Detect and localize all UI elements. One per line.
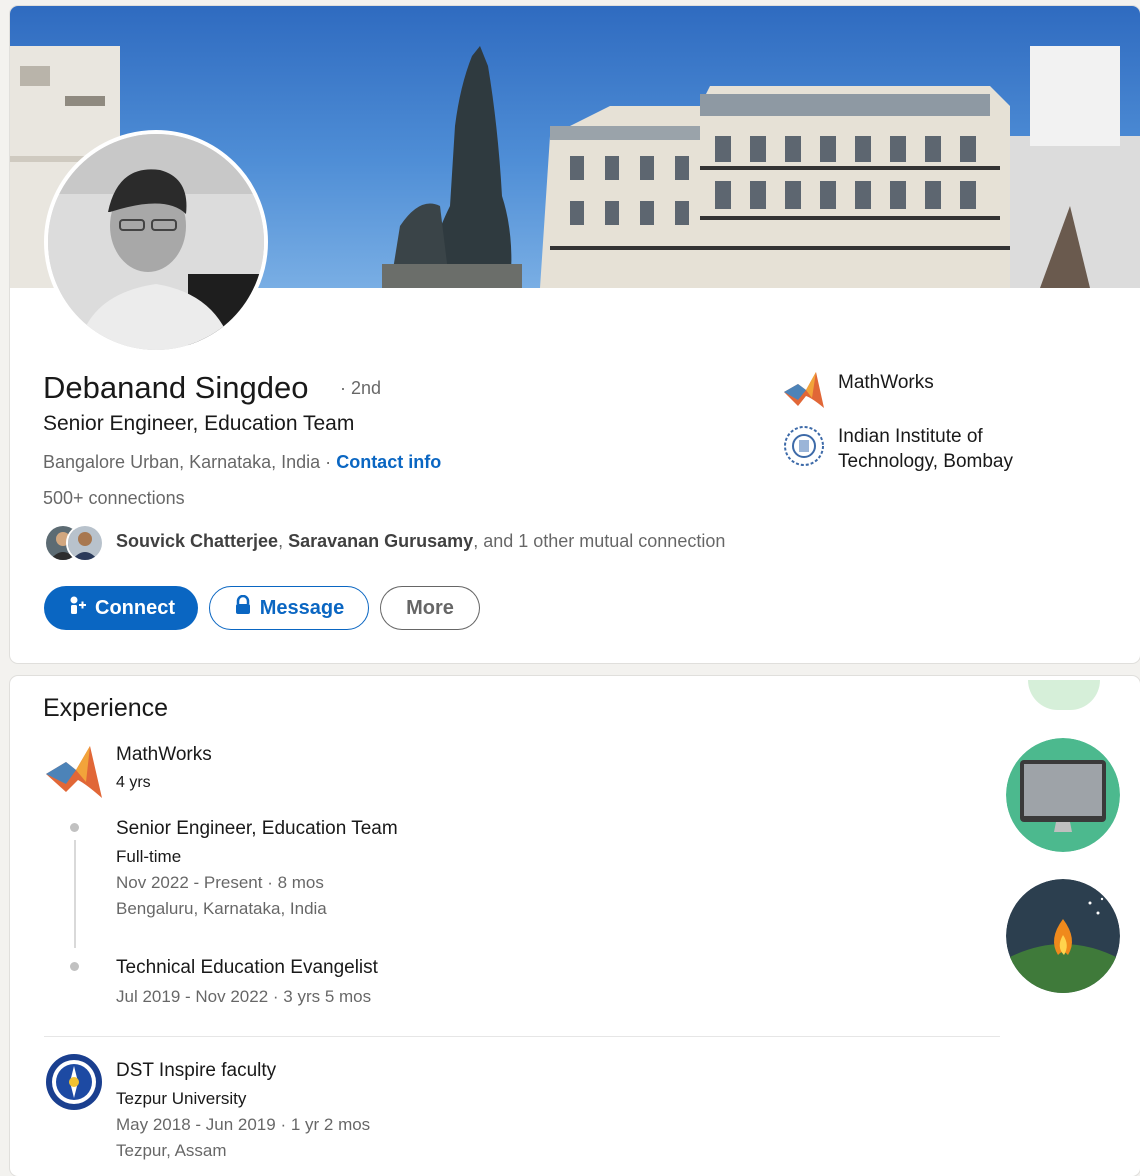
mutual-connection-avatars[interactable] (44, 522, 104, 562)
experience-company-duration: 4 yrs (116, 774, 151, 791)
current-company-link[interactable]: MathWorks (782, 370, 1038, 416)
mutual-connections-text[interactable]: Souvick Chatterjee, Saravanan Gurusamy, … (116, 531, 725, 552)
role-employment-type: Full-time (116, 847, 182, 866)
mutual-name-2: Saravanan Gurusamy (288, 531, 474, 551)
connections-count[interactable]: 500+ connections (43, 488, 185, 509)
connect-button[interactable]: Connect (44, 586, 198, 630)
position-title[interactable]: DST Inspire faculty (116, 1060, 276, 1082)
education-link[interactable]: Indian Institute of Technology, Bombay (782, 424, 1038, 474)
mutual-rest: , and 1 other mutual connection (473, 531, 726, 551)
experience-section: Experience MathWorks 4 yrs Senior Engine… (10, 676, 1140, 1176)
message-label: Message (259, 596, 345, 619)
role-location: Bengaluru, Karnataka, India (116, 899, 327, 918)
role-title[interactable]: Technical Education Evangelist (116, 957, 378, 979)
role-title[interactable]: Senior Engineer, Education Team (116, 818, 398, 840)
mutual-avatar-2 (66, 524, 104, 562)
profile-location: Bangalore Urban, Karnataka, India · Cont… (43, 452, 441, 473)
position-dates: May 2018 - Jun 2019 · 1 yr 2 mos (116, 1115, 371, 1134)
matlab-logo-icon (782, 370, 826, 416)
mutual-name-1: Souvick Chatterjee (116, 531, 279, 551)
lock-icon (234, 594, 252, 621)
computer-monitor-icon[interactable] (1006, 738, 1120, 852)
campfire-icon[interactable] (1006, 879, 1120, 993)
experience-company-name[interactable]: MathWorks (116, 744, 212, 766)
current-company-label: MathWorks (838, 372, 934, 393)
iit-bombay-seal-icon (782, 424, 826, 474)
position-company: Tezpur University (116, 1089, 247, 1108)
timeline-line (74, 840, 76, 948)
profile-name: Debanand Singdeo (43, 370, 309, 405)
experience-title: Experience (43, 694, 169, 722)
message-button[interactable]: Message (209, 586, 369, 630)
timeline-dot (70, 823, 79, 832)
more-button[interactable]: More (380, 586, 480, 630)
experience-divider (44, 1036, 1000, 1037)
contact-info-link[interactable]: Contact info (336, 452, 441, 472)
role-dates: Nov 2022 - Present · 8 mos (116, 873, 324, 892)
more-label: More (406, 596, 454, 619)
connect-label: Connect (95, 596, 175, 619)
mathworks-logo-icon[interactable] (44, 742, 104, 802)
timeline-dot (70, 962, 79, 971)
connection-degree: · 2nd (340, 378, 382, 398)
location-text: Bangalore Urban, Karnataka, India · (43, 452, 332, 472)
position-location: Tezpur, Assam (116, 1141, 227, 1160)
education-label: Indian Institute of Technology, Bombay (838, 426, 1013, 472)
role-dates: Jul 2019 - Nov 2022 · 3 yrs 5 mos (116, 987, 372, 1006)
profile-photo[interactable] (44, 130, 268, 354)
profile-headline: Senior Engineer, Education Team (43, 412, 355, 435)
profile-top-card: Debanand Singdeo · 2nd Senior Engineer, … (10, 6, 1140, 663)
tezpur-university-logo-icon[interactable] (44, 1052, 104, 1112)
mutual-separator: , (278, 531, 284, 551)
add-person-icon (67, 595, 87, 621)
